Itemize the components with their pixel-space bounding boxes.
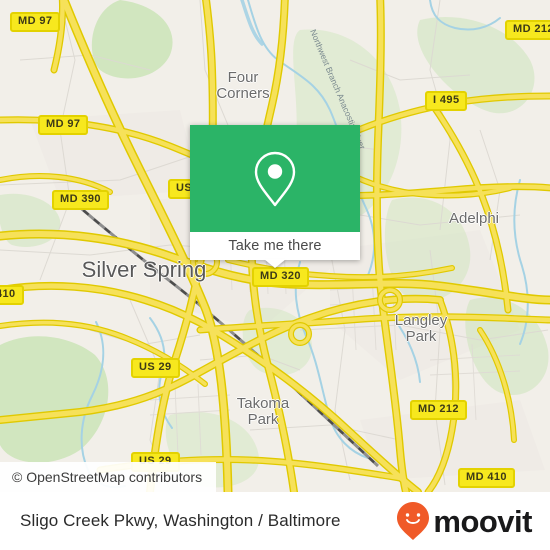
road-shield-md-410[interactable]: MD 410: [458, 468, 515, 488]
osm-attribution[interactable]: © OpenStreetMap contributors: [0, 462, 217, 492]
road-shield-md-390[interactable]: MD 390: [52, 190, 109, 210]
place-label-takoma-park: Takoma Park: [236, 395, 290, 429]
destination-popup-card[interactable]: Take me there: [190, 125, 360, 260]
road-shield-md-212-north[interactable]: MD 212: [505, 20, 550, 40]
map-canvas[interactable]: Northwest Branch Anacostia River Four Co…: [0, 0, 550, 492]
popup-pointer-tail: [264, 259, 286, 268]
road-shield-md-97-south[interactable]: MD 97: [38, 115, 89, 135]
map-pin-icon: [254, 151, 296, 206]
take-me-there-button[interactable]: Take me there: [190, 232, 360, 260]
popup-pin-panel: [190, 125, 360, 232]
road-shield-i-495[interactable]: I 495: [425, 91, 468, 111]
road-shield-md-320[interactable]: MD 320: [252, 267, 309, 287]
map-screenshot: Northwest Branch Anacostia River Four Co…: [0, 0, 550, 550]
road-shield-410-clipped[interactable]: 410: [0, 285, 24, 305]
location-title: Sligo Creek Pkwy, Washington / Baltimore: [20, 511, 341, 530]
road-shield-us-29-north[interactable]: US 29: [131, 358, 180, 378]
moovit-pin-icon: [397, 502, 430, 540]
place-label-silver-spring: Silver Spring: [81, 257, 207, 282]
moovit-logo[interactable]: moovit: [396, 501, 532, 541]
place-label-four-corners: Four Corners: [216, 69, 270, 103]
road-shield-md-212-south[interactable]: MD 212: [410, 400, 467, 420]
moovit-wordmark: moovit: [433, 503, 532, 539]
footer-bar: Sligo Creek Pkwy, Washington / Baltimore…: [0, 492, 550, 550]
road-shield-md-97-north[interactable]: MD 97: [10, 12, 61, 32]
place-label-langley-park: Langley Park: [394, 312, 448, 346]
place-label-adelphi: Adelphi: [448, 210, 500, 227]
